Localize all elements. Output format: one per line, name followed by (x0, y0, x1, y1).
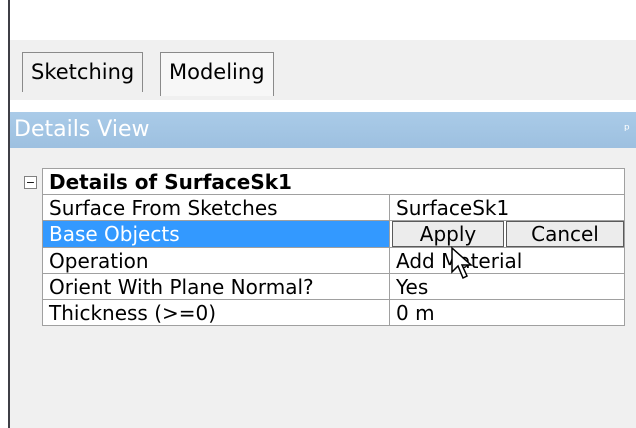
property-value[interactable]: Yes (389, 273, 625, 300)
mouse-cursor-icon (451, 246, 473, 280)
table-row: Orient With Plane Normal? Yes (42, 273, 625, 300)
top-strip (10, 0, 636, 40)
property-value[interactable]: SurfaceSk1 (389, 194, 625, 221)
property-label-selected[interactable]: Base Objects (42, 220, 390, 248)
property-label[interactable]: Thickness (>=0) (42, 299, 390, 326)
tab-sketching[interactable]: Sketching (22, 52, 144, 92)
collapse-icon[interactable]: − (24, 176, 37, 189)
cancel-button[interactable]: Cancel (506, 221, 624, 247)
tab-modeling[interactable]: Modeling (160, 52, 274, 96)
table-row: Operation Add Material (42, 247, 625, 274)
property-value[interactable]: Add Material (389, 247, 625, 274)
property-value: Apply Cancel (389, 220, 625, 248)
details-group-header[interactable]: Details of SurfaceSk1 (42, 168, 625, 195)
property-value[interactable]: 0 m (389, 299, 625, 326)
details-grid: Details of SurfaceSk1 Surface From Sketc… (42, 168, 625, 326)
property-label[interactable]: Surface From Sketches (42, 194, 390, 221)
table-row: Thickness (>=0) 0 m (42, 299, 625, 326)
table-row: Base Objects Apply Cancel (42, 220, 625, 248)
apply-button[interactable]: Apply (392, 221, 504, 247)
property-label[interactable]: Orient With Plane Normal? (42, 273, 390, 300)
details-view-header: Details View ᵖ (10, 112, 636, 148)
table-row: Surface From Sketches SurfaceSk1 (42, 194, 625, 221)
table-row: Details of SurfaceSk1 (42, 168, 625, 195)
details-view-title: Details View (14, 117, 150, 142)
pin-icon[interactable]: ᵖ (624, 112, 630, 148)
property-label[interactable]: Operation (42, 247, 390, 274)
window-left-edge (0, 0, 10, 428)
